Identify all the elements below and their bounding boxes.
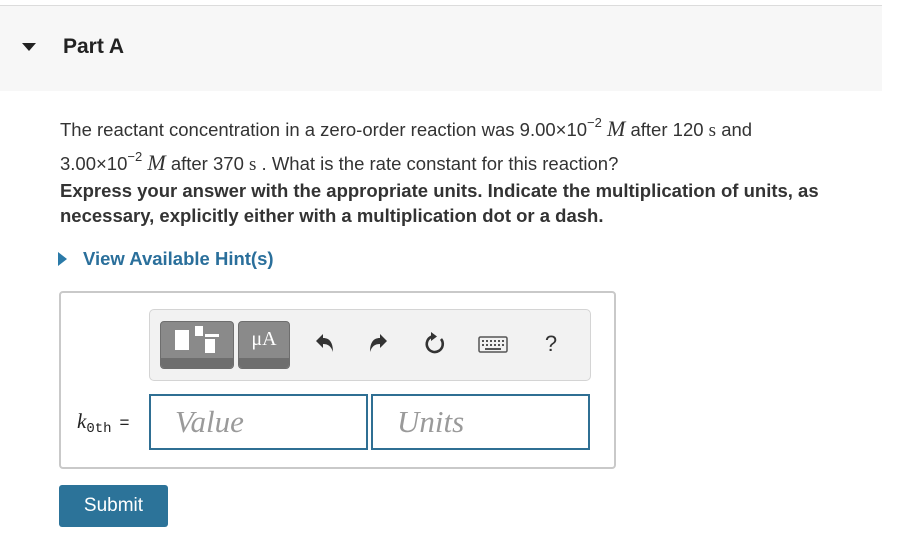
- submit-button[interactable]: Submit: [59, 485, 168, 527]
- math-toolbar: μA ?: [149, 309, 591, 381]
- caret-right-icon: [58, 252, 67, 266]
- hint-label: View Available Hint(s): [83, 248, 274, 269]
- view-hints-link[interactable]: View Available Hint(s): [58, 248, 274, 270]
- templates-button[interactable]: [160, 321, 234, 369]
- concentration-1: 9.00×10−2 M: [519, 115, 626, 142]
- reset-icon[interactable]: [422, 331, 448, 357]
- redo-icon[interactable]: [366, 331, 392, 357]
- collapse-triangle-icon[interactable]: [22, 43, 36, 51]
- units-button[interactable]: μA: [238, 321, 290, 369]
- variable-label: k0th =: [77, 409, 130, 437]
- value-input[interactable]: [149, 394, 368, 450]
- answer-box: μA ? k0th =: [59, 291, 616, 469]
- units-input[interactable]: [371, 394, 590, 450]
- part-title: Part A: [63, 35, 125, 58]
- undo-icon[interactable]: [311, 331, 337, 357]
- units-label: μA: [251, 328, 277, 350]
- question-text: The reactant concentration in a zero-ord…: [60, 115, 753, 176]
- keyboard-icon[interactable]: [478, 331, 508, 357]
- answer-instruction: Express your answer with the appropriate…: [60, 180, 819, 226]
- part-header: Part A: [0, 6, 882, 91]
- help-button[interactable]: ?: [538, 331, 564, 357]
- concentration-2: 3.00×10−2 M: [60, 149, 166, 176]
